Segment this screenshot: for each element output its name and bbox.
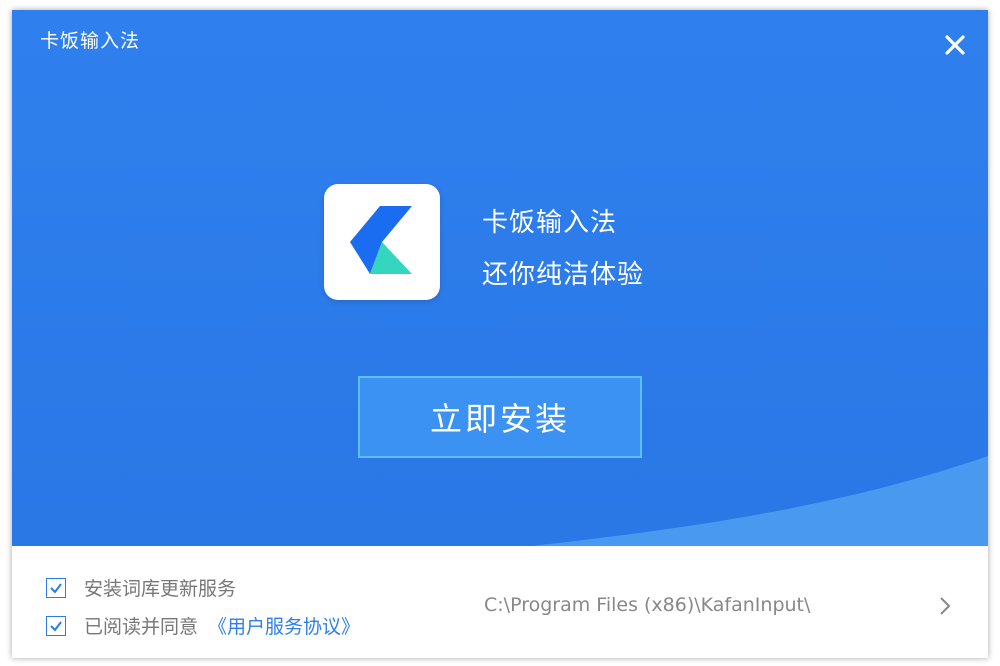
agreement-checkbox[interactable] (46, 615, 66, 636)
chevron-right-icon (940, 597, 951, 615)
dictionary-update-checkbox[interactable] (46, 577, 66, 598)
dictionary-update-label: 安装词库更新服务 (84, 578, 237, 600)
checkmark-icon (50, 620, 62, 632)
app-logo (324, 184, 440, 300)
change-path-button[interactable] (938, 594, 952, 618)
install-path[interactable]: C:\Program Files (x86)\KafanInput\ (484, 594, 810, 616)
install-now-button[interactable]: 立即安装 (358, 376, 642, 458)
option-agreement: 已阅读并同意 《用户服务协议》 (46, 612, 360, 639)
user-agreement-link[interactable]: 《用户服务协议》 (208, 612, 360, 639)
slogan-line-2: 还你纯洁体验 (482, 260, 645, 290)
kafan-logo-icon (350, 206, 412, 274)
close-button[interactable] (942, 32, 968, 58)
hero-banner: 卡饭输入法 卡饭输入法 还你纯洁体验 立即安装 (12, 10, 988, 546)
slogan-line-1: 卡饭输入法 (482, 208, 618, 238)
window-title: 卡饭输入法 (40, 30, 141, 52)
agreement-label: 已阅读并同意 (84, 616, 199, 638)
option-dictionary-update: 安装词库更新服务 (46, 574, 236, 601)
checkmark-icon (50, 582, 62, 594)
close-icon (945, 35, 965, 55)
options-footer: 安装词库更新服务 已阅读并同意 《用户服务协议》 C:\Program File… (12, 546, 988, 658)
installer-window: 卡饭输入法 卡饭输入法 还你纯洁体验 立即安装 安装词库更新服务 已阅读并同意 … (12, 10, 988, 658)
